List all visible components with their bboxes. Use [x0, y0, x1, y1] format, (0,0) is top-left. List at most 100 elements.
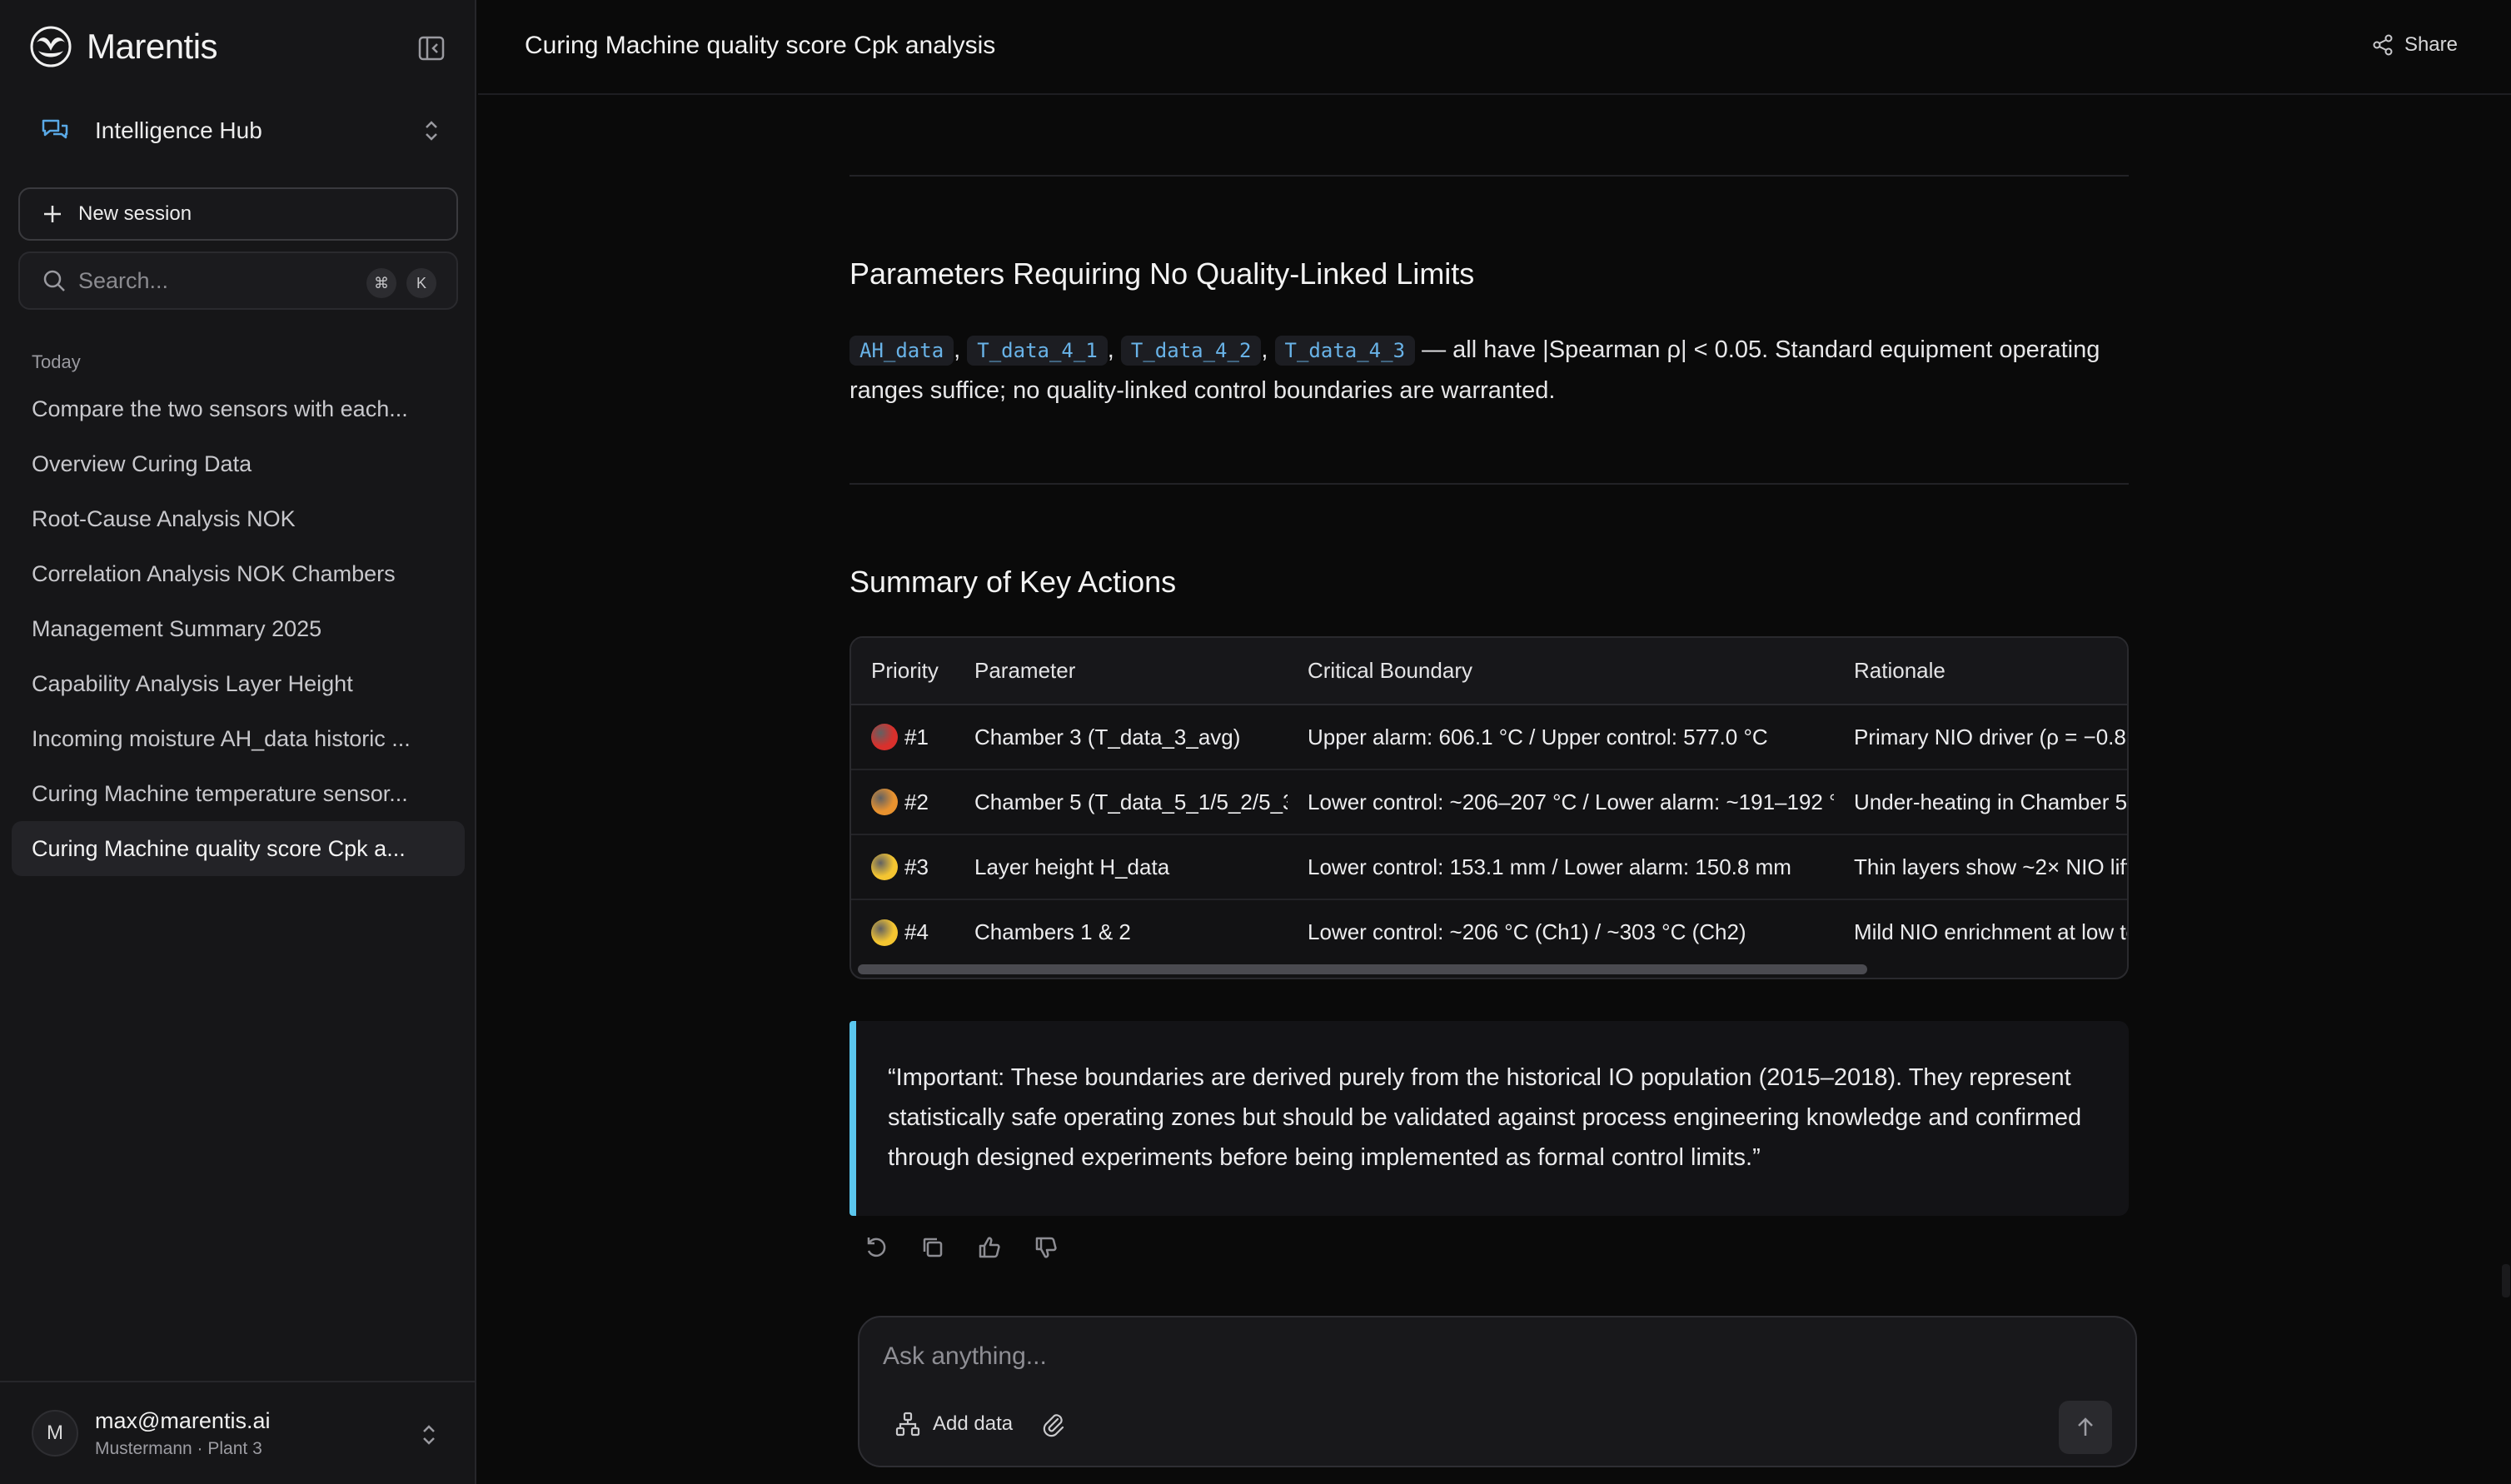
chevron-up-down-icon	[423, 1425, 435, 1445]
important-callout: “Important: These boundaries are derived…	[849, 1021, 2129, 1216]
token-separator: ,	[954, 336, 961, 363]
priority-label: #2	[904, 789, 929, 814]
user-organization: Mustermann · Plant 3	[95, 1438, 262, 1458]
shortcut-cmd-key: ⌘	[366, 268, 396, 298]
rationale-cell: Mild NIO enrichment at low ter	[1854, 919, 2129, 944]
parameter-cell: Chambers 1 & 2	[974, 919, 1131, 944]
new-session-button[interactable]: New session	[18, 187, 458, 241]
sidebar-toggle-icon[interactable]	[415, 33, 448, 63]
parameter-cell: Layer height H_data	[954, 834, 1288, 900]
app-window: Marentis Intelligence Hub New session Se…	[0, 0, 2511, 1484]
section-divider	[849, 175, 2129, 177]
token-separator: ,	[1107, 336, 1114, 363]
paperclip-icon[interactable]	[1039, 1411, 1066, 1437]
priority-label: #4	[904, 919, 929, 944]
new-session-label: New session	[78, 202, 192, 225]
table-row: #4 Chambers 1 & 2 Lower control: ~206 °C (…	[851, 899, 2129, 964]
plus-icon	[44, 206, 61, 222]
history-item[interactable]: Correlation Analysis NOK Chambers	[12, 546, 465, 601]
priority-cell: #4	[851, 899, 954, 964]
search-input[interactable]	[78, 267, 345, 294]
table-row: #3 Layer height H_data Lower control: 153.…	[851, 834, 2127, 900]
share-button[interactable]: Share	[2371, 33, 2458, 57]
user-info: max@marentis.ai Mustermann · Plant 3	[95, 1408, 270, 1459]
arrow-up-icon	[2078, 1417, 2093, 1436]
priority-dot-icon	[871, 854, 898, 880]
column-header: Parameter	[954, 638, 1288, 705]
code-token: AH_data	[849, 336, 954, 366]
share-label: Share	[2404, 33, 2458, 56]
code-token: T_data_4_3	[1274, 336, 1416, 366]
history-item[interactable]: Management Summary 2025	[12, 601, 465, 656]
copy-icon[interactable]	[918, 1233, 948, 1262]
table-row: #2 Chamber 5 (T_data_5_1/5_2/5_3) Lower co…	[851, 769, 2127, 835]
chevron-up-down-icon	[426, 121, 437, 141]
marentis-logo-icon	[30, 26, 72, 67]
app-name: Marentis	[87, 27, 218, 66]
boundary-cell: Lower control: 153.1 mm / Lower alarm: 1…	[1288, 834, 1834, 900]
share-icon	[2373, 34, 2393, 56]
code-token: T_data_4_2	[1120, 336, 1262, 366]
search-box[interactable]: ⌘ K	[18, 251, 458, 310]
token-separator: ,	[1261, 336, 1268, 363]
key-actions-table[interactable]: Priority Parameter Critical Boundary Rat…	[849, 636, 2129, 979]
section-divider	[849, 483, 2129, 485]
boundary-cell: Lower control: ~206 °C (Ch1) / ~303 °C (…	[1308, 919, 1746, 944]
prompt-input[interactable]	[883, 1342, 2049, 1384]
horizontal-scrollbar[interactable]	[858, 964, 1867, 974]
column-header: Rationale	[1834, 638, 2127, 705]
chat-bubbles-icon	[42, 119, 68, 139]
parameter-cell: Chamber 3 (T_data_3_avg)	[954, 705, 1288, 770]
thumbs-up-icon[interactable]	[974, 1233, 1004, 1262]
section-heading: Parameters Requiring No Quality-Linked L…	[849, 256, 1475, 291]
priority-label: #3	[904, 854, 929, 879]
history-item-active[interactable]: Curing Machine quality score Cpk a...	[12, 821, 465, 876]
boundary-cell: Lower control: ~206–207 °C / Lower alarm…	[1288, 769, 1834, 835]
sidebar: Marentis Intelligence Hub New session Se…	[0, 0, 476, 1484]
avatar: M	[32, 1410, 78, 1457]
history-item[interactable]: Capability Analysis Layer Height	[12, 656, 465, 711]
rationale-cell: Thin layers show ~2× NIO lift; s	[1834, 834, 2127, 900]
thumbs-down-icon[interactable]	[1031, 1233, 1061, 1262]
regenerate-icon[interactable]	[861, 1233, 891, 1262]
boundary-cell: Upper alarm: 606.1 °C / Upper control: 5…	[1288, 705, 1834, 770]
history-item[interactable]: Curing Machine temperature sensor...	[12, 766, 465, 821]
priority-dot-icon	[871, 789, 898, 815]
column-header: Critical Boundary	[1288, 638, 1834, 705]
shortcut-k-key: K	[406, 268, 436, 298]
priority-cell: #2	[851, 769, 954, 835]
parameter-cell: Chamber 5 (T_data_5_1/5_2/5_3)	[954, 769, 1288, 835]
table-row: #1 Chamber 3 (T_data_3_avg) Upper alarm: 6…	[851, 705, 2127, 770]
add-data-label: Add data	[933, 1412, 1014, 1435]
data-hierarchy-icon	[895, 1412, 920, 1437]
message-actions	[861, 1233, 1088, 1262]
add-data-button[interactable]: Add data	[894, 1411, 1013, 1437]
rationale-cell: Primary NIO driver (ρ = −0.83)	[1834, 705, 2127, 770]
scroll-indicator[interactable]	[2502, 1264, 2510, 1297]
rationale-cell: Under-heating in Chamber 5 c	[1834, 769, 2127, 835]
history-item[interactable]: Overview Curing Data	[12, 436, 465, 491]
priority-label: #1	[904, 724, 929, 749]
search-icon	[43, 270, 65, 291]
conversation-title: Curing Machine quality score Cpk analysi…	[525, 32, 996, 59]
priority-dot-icon	[871, 919, 898, 946]
session-history-list: Compare the two sensors with each... Ove…	[12, 381, 465, 876]
brand[interactable]: Marentis	[30, 25, 218, 68]
priority-cell: #1	[851, 705, 954, 770]
history-item[interactable]: Root-Cause Analysis NOK	[12, 491, 465, 546]
callout-text: “Important: These boundaries are derived…	[888, 1064, 2082, 1171]
history-item[interactable]: Compare the two sensors with each...	[12, 381, 465, 436]
priority-cell: #3	[851, 834, 954, 900]
workspace-label: Intelligence Hub	[95, 117, 262, 143]
column-header: Priority	[851, 638, 954, 705]
user-menu[interactable]: M max@marentis.ai Mustermann · Plant 3	[0, 1381, 475, 1484]
user-email: max@marentis.ai	[95, 1407, 271, 1433]
workspace-switcher[interactable]: Intelligence Hub	[28, 110, 450, 152]
section-heading: Summary of Key Actions	[849, 565, 1177, 599]
send-button[interactable]	[2059, 1401, 2112, 1454]
message-composer: Add data	[858, 1316, 2137, 1467]
history-item[interactable]: Incoming moisture AH_data historic ...	[12, 711, 465, 766]
history-section-label: Today	[32, 351, 81, 372]
table-header-row: Priority Parameter Critical Boundary Rat…	[851, 638, 2127, 705]
code-token: T_data_4_1	[967, 336, 1108, 366]
